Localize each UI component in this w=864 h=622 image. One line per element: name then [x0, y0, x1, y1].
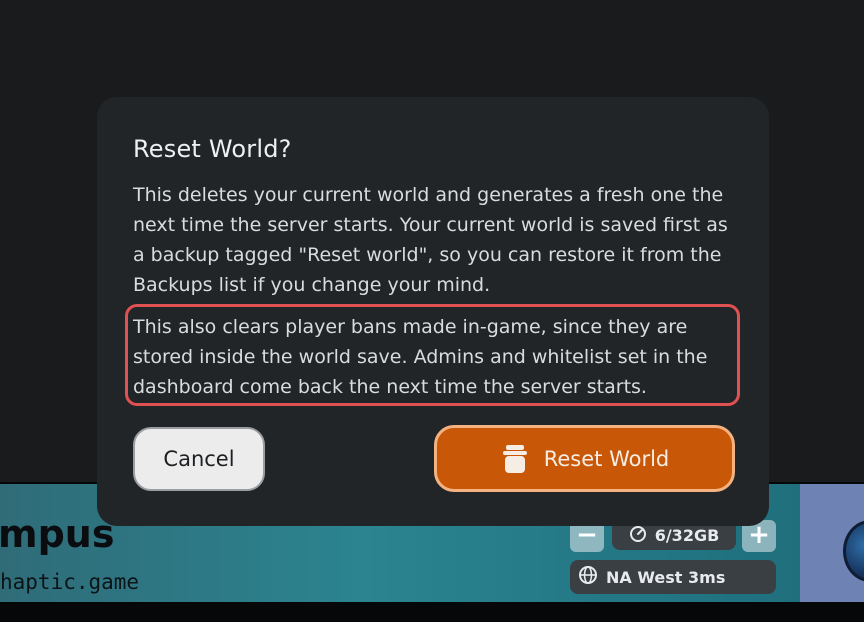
dialog-title: Reset World? — [133, 135, 292, 163]
region-value: NA West 3ms — [606, 567, 726, 587]
server-name: mpus — [0, 512, 115, 556]
trash-icon — [500, 442, 530, 476]
reset-world-button[interactable]: Reset World — [434, 425, 735, 492]
reset-world-dialog: Reset World? This deletes your current w… — [97, 97, 769, 526]
reset-world-label: Reset World — [543, 446, 670, 471]
globe-small-icon — [578, 565, 598, 589]
cancel-button[interactable]: Cancel — [133, 427, 265, 491]
dialog-warning: This also clears player bans made in-gam… — [133, 316, 708, 398]
dialog-description: This deletes your current world and gene… — [133, 184, 728, 296]
gauge-icon — [629, 524, 647, 546]
cancel-label: Cancel — [163, 447, 235, 471]
server-domain: haptic.game — [0, 570, 140, 594]
region-badge: NA West 3ms — [570, 560, 776, 594]
memory-value: 6/32GB — [654, 525, 720, 545]
